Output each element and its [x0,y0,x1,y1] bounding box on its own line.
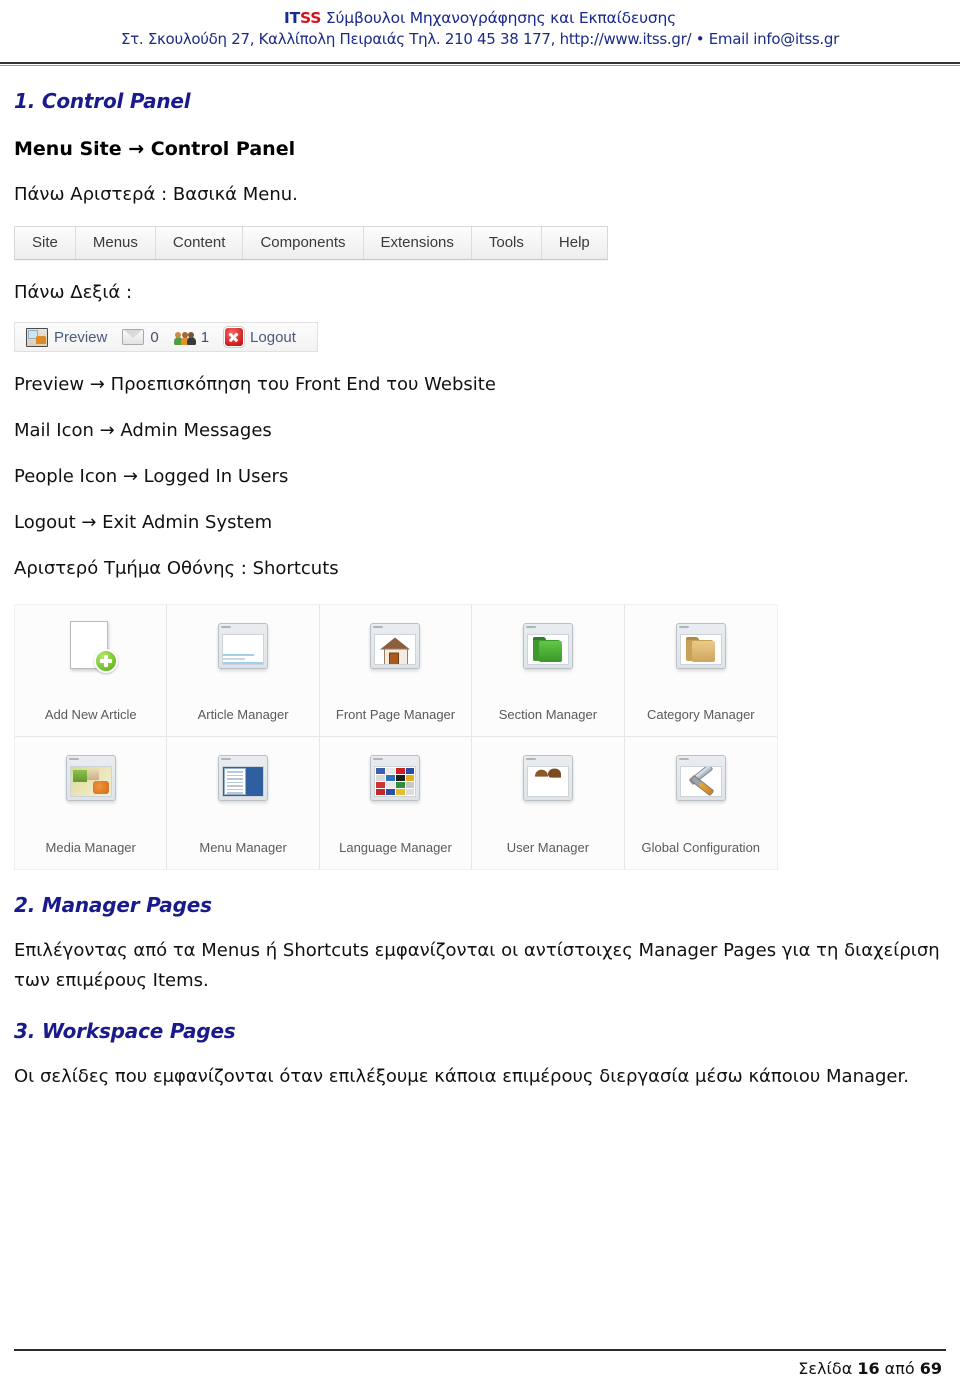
document-footer: Σελίδα 16 από 69 [0,1349,960,1388]
menubar-item-components[interactable]: Components [243,227,364,259]
shortcut-menu-manager[interactable]: Menu Manager [167,737,320,869]
shortcut-label: Add New Article [44,707,137,722]
shortcut-label: Menu Manager [199,840,287,855]
shortcut-label: Media Manager [45,840,136,855]
section-1-title: 1. Control Panel [14,89,191,113]
menubar-item-menus[interactable]: Menus [75,227,156,259]
shortcut-label: Article Manager [197,707,289,722]
shortcut-media-manager[interactable]: Media Manager [15,737,168,869]
legend-item-people: People Icon → Logged In Users [14,466,289,487]
toolbar-users-group[interactable]: 1 [170,329,220,346]
toolbar-preview-label[interactable]: Preview [54,329,107,346]
top-right-caption: Πάνω Δεξιά : [14,282,133,303]
company-address-line: Στ. Σκουλούδη 27, Καλλίπολη Πειραιάς Τηλ… [121,30,839,48]
company-brand-line: ITSS Σύμβουλοι Μηχανογράφησης και Εκπαίδ… [0,8,960,28]
logout-close-icon [224,327,245,347]
toolbar-messages-group[interactable]: 0 [118,329,169,346]
menubar-item-content[interactable]: Content [155,227,244,259]
shortcut-article-manager[interactable]: Article Manager [167,605,320,737]
joomla-admin-menubar[interactable]: Site Menus Content Components Extensions… [14,226,608,260]
joomla-shortcuts-grid[interactable]: Add New Article Article Manager Front Pa… [14,604,778,870]
page-number-prefix: Σελίδα [798,1359,858,1378]
global-configuration-icon [672,753,730,809]
shortcut-category-manager[interactable]: Category Manager [624,605,777,737]
shortcut-label: User Manager [506,840,590,855]
legend-item-logout: Logout → Exit Admin System [14,512,273,533]
shortcut-label: Global Configuration [641,840,761,855]
mail-envelope-icon [122,329,145,345]
user-manager-icon [519,753,577,809]
header-divider-thin [0,65,960,66]
top-left-caption: Πάνω Αριστερά : Βασικά Menu. [14,184,298,205]
section-1-breadcrumb: Menu Site → Control Panel [14,138,296,160]
menubar-item-site[interactable]: Site [15,227,76,259]
category-manager-icon [672,621,730,677]
page-number-middle: από [879,1359,920,1378]
toolbar-logout-label[interactable]: Logout [250,329,296,346]
menubar-item-extensions[interactable]: Extensions [363,227,472,259]
menubar-item-tools[interactable]: Tools [471,227,542,259]
shortcuts-caption: Αριστερό Τμήμα Οθόνης : Shortcuts [14,558,339,579]
shortcut-global-configuration[interactable]: Global Configuration [624,737,777,869]
people-group-icon [173,330,196,345]
document-body: 1. Control Panel Menu Site → Control Pan… [0,88,960,1092]
footer-divider [14,1349,946,1351]
shortcut-language-manager[interactable]: Language Manager [319,737,473,869]
section-manager-icon [519,621,577,677]
add-new-article-icon [62,621,120,677]
legend-item-mail: Mail Icon → Admin Messages [14,420,272,441]
page-number-current: 16 [857,1359,880,1378]
front-page-manager-icon [366,621,424,677]
section-3-title: 3. Workspace Pages [14,1019,236,1043]
toolbar-users-count[interactable]: 1 [201,329,209,346]
header-divider [0,62,960,64]
shortcut-label: Front Page Manager [335,707,456,722]
brand-it-text: IT [284,9,300,27]
toolbar-logout-group[interactable]: Logout [220,327,307,347]
shortcut-label: Section Manager [498,707,598,722]
toolbar-messages-count[interactable]: 0 [150,329,158,346]
preview-screen-icon [26,327,48,347]
shortcut-add-new-article[interactable]: Add New Article [15,605,168,737]
joomla-admin-toolbar[interactable]: Preview 0 1 Logout [14,322,318,352]
section-3-body: Οι σελίδες που εμφανίζονται όταν επιλέξο… [14,1066,909,1087]
page-number-total: 69 [919,1359,942,1378]
toolbar-preview-group[interactable]: Preview [22,327,118,347]
shortcut-front-page-manager[interactable]: Front Page Manager [319,605,473,737]
brand-ss-text: SS [299,9,322,27]
language-manager-icon [366,753,424,809]
document-header: ITSS Σύμβουλοι Μηχανογράφησης και Εκπαίδ… [0,0,960,66]
shortcut-section-manager[interactable]: Section Manager [472,605,625,737]
article-manager-icon [214,621,272,677]
shortcut-label: Language Manager [339,840,452,855]
shortcut-label: Category Manager [646,707,755,722]
media-manager-icon [62,753,120,809]
page-number: Σελίδα 16 από 69 [14,1359,946,1378]
shortcut-user-manager[interactable]: User Manager [472,737,625,869]
brand-tagline: Σύμβουλοι Μηχανογράφησης και Εκπαίδευσης [321,9,676,27]
menubar-item-help[interactable]: Help [541,227,607,259]
menu-manager-icon [214,753,272,809]
legend-item-preview: Preview → Προεπισκόπηση του Front End το… [14,374,496,395]
section-2-body: Επιλέγοντας από τα Menus ή Shortcuts εμφ… [14,940,940,991]
section-2-title: 2. Manager Pages [14,893,212,917]
